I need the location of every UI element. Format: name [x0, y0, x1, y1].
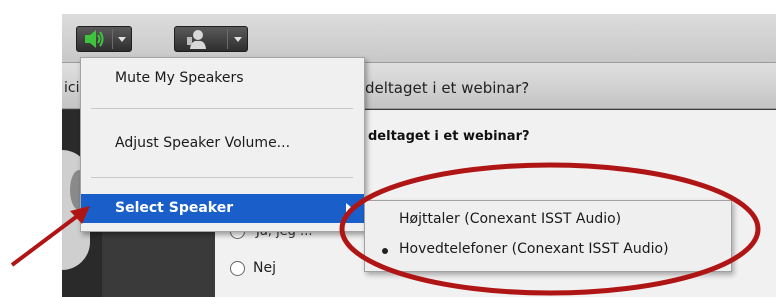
annotation-overlay	[10, 162, 761, 296]
annotation-arrow	[10, 212, 82, 267]
annotation-ellipse	[339, 162, 761, 296]
